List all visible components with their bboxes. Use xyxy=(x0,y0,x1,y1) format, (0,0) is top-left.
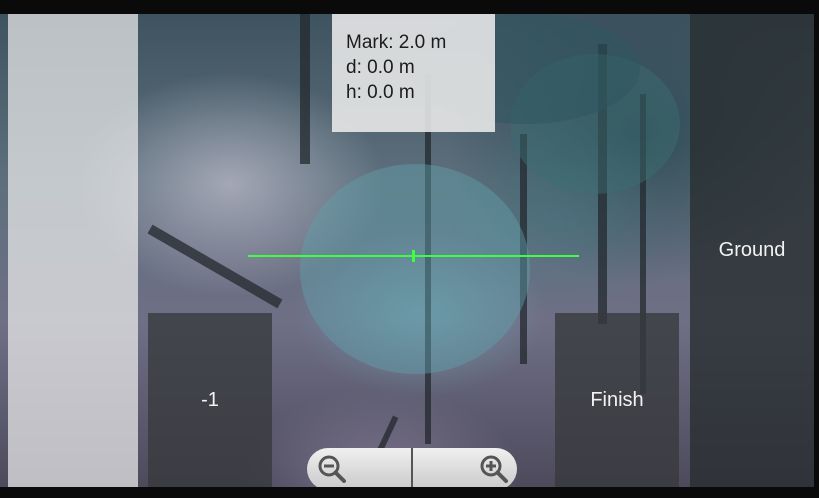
minus-one-button[interactable]: -1 xyxy=(148,313,272,487)
crosshair-center-tick xyxy=(412,250,415,262)
distance-value: d: 0.0 m xyxy=(346,57,415,78)
ground-button-label: Ground xyxy=(718,239,786,261)
zoom-out-button[interactable] xyxy=(307,448,412,490)
ground-button[interactable]: Ground xyxy=(690,14,814,487)
zoom-control xyxy=(307,448,517,490)
bottom-bar xyxy=(0,487,819,498)
measurement-info: Mark: 2.0 m d: 0.0 m h: 0.0 m xyxy=(332,14,495,132)
finish-label: Finish xyxy=(590,388,644,411)
mark-value: Mark: 2.0 m xyxy=(346,32,447,53)
right-edge xyxy=(814,14,819,487)
top-bar xyxy=(0,0,819,14)
minus-one-label: -1 xyxy=(201,388,219,411)
height-value: h: 0.0 m xyxy=(346,82,415,103)
zoom-in-button[interactable] xyxy=(412,448,517,490)
zoom-in-icon xyxy=(480,455,508,483)
left-panel xyxy=(8,14,138,498)
zoom-out-icon xyxy=(318,455,346,483)
finish-button[interactable]: Finish xyxy=(555,313,679,487)
